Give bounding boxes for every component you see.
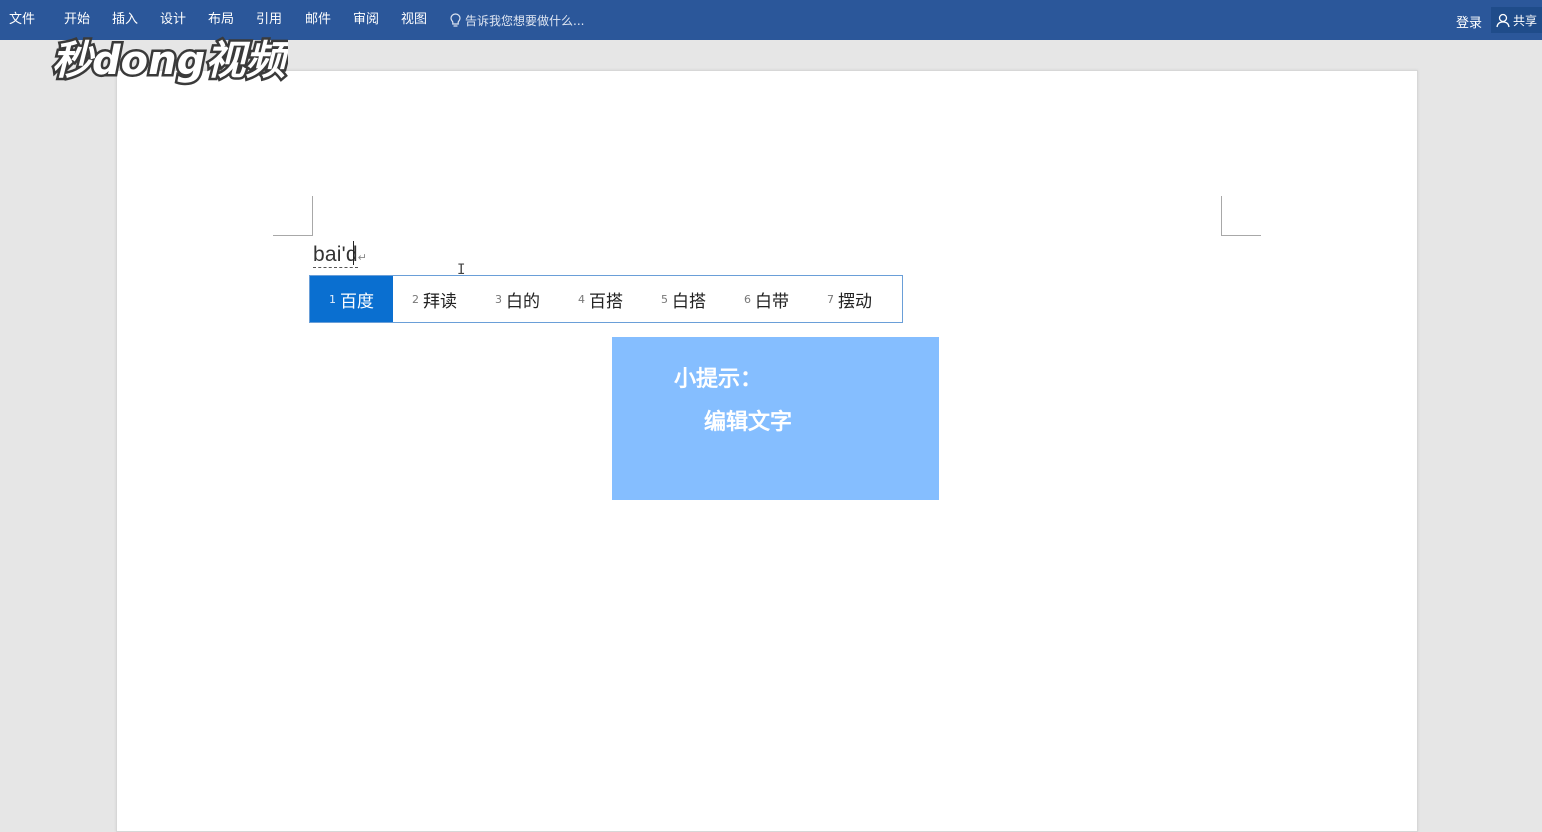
paragraph-mark: ↵ [357,252,368,264]
ime-candidate[interactable]: 2 拜读 [393,276,476,322]
tip-body: 编辑文字 [704,410,793,435]
svg-text:秒dong视频: 秒dong视频 [52,38,288,84]
tip-title: 小提示： [674,367,763,392]
crop-mark-right-vertical [1221,196,1222,236]
ime-candidate[interactable]: 6 白带 [725,276,808,322]
menu-view[interactable]: 视图 [401,12,427,28]
ime-candidate[interactable]: 5 白搭 [642,276,725,322]
crop-mark-left-vertical [312,196,313,236]
menu-home[interactable]: 开始 [64,12,90,28]
lightbulb-icon [450,12,461,27]
typed-input[interactable]: bai'd↵ [313,241,368,268]
ime-candidate[interactable]: 1 百度 [310,276,393,322]
composition-text: bai'd [313,243,358,268]
sign-in-link[interactable]: 登录 [1456,12,1482,31]
menu-file[interactable]: 文件 [9,12,35,28]
menu-review[interactable]: 审阅 [353,12,379,28]
watermark-logo: 秒dong视频 [48,30,295,90]
tell-me-search[interactable]: 告诉我您想要做什么... [450,11,584,29]
crop-mark-left-horizontal [273,235,313,236]
tip-box: 小提示： 编辑文字 [612,337,939,500]
ime-candidate[interactable]: 4 百搭 [559,276,642,322]
menu-layout[interactable]: 布局 [208,12,234,28]
ime-candidate[interactable]: 3 白的 [476,276,559,322]
crop-mark-right-horizontal [1221,235,1261,236]
menu-insert[interactable]: 插入 [112,12,138,28]
tell-me-text: 告诉我您想要做什么... [465,13,585,28]
menu-design[interactable]: 设计 [160,12,186,28]
share-label: 共享 [1512,13,1537,28]
document-page[interactable]: bai'd↵ I 1 百度 2 拜读 3 白的 4 百搭 5 白搭 6 白带 7… [116,70,1418,832]
person-icon [1496,13,1510,27]
menu-mailings[interactable]: 邮件 [305,12,331,28]
ime-candidate[interactable]: 7 摆动 [808,276,891,322]
menu-references[interactable]: 引用 [256,12,282,28]
share-button[interactable]: 共享 [1491,7,1542,33]
ime-candidate-list[interactable]: 1 百度 2 拜读 3 白的 4 百搭 5 白搭 6 白带 7 摆动 [309,275,903,323]
text-caret [352,241,354,265]
